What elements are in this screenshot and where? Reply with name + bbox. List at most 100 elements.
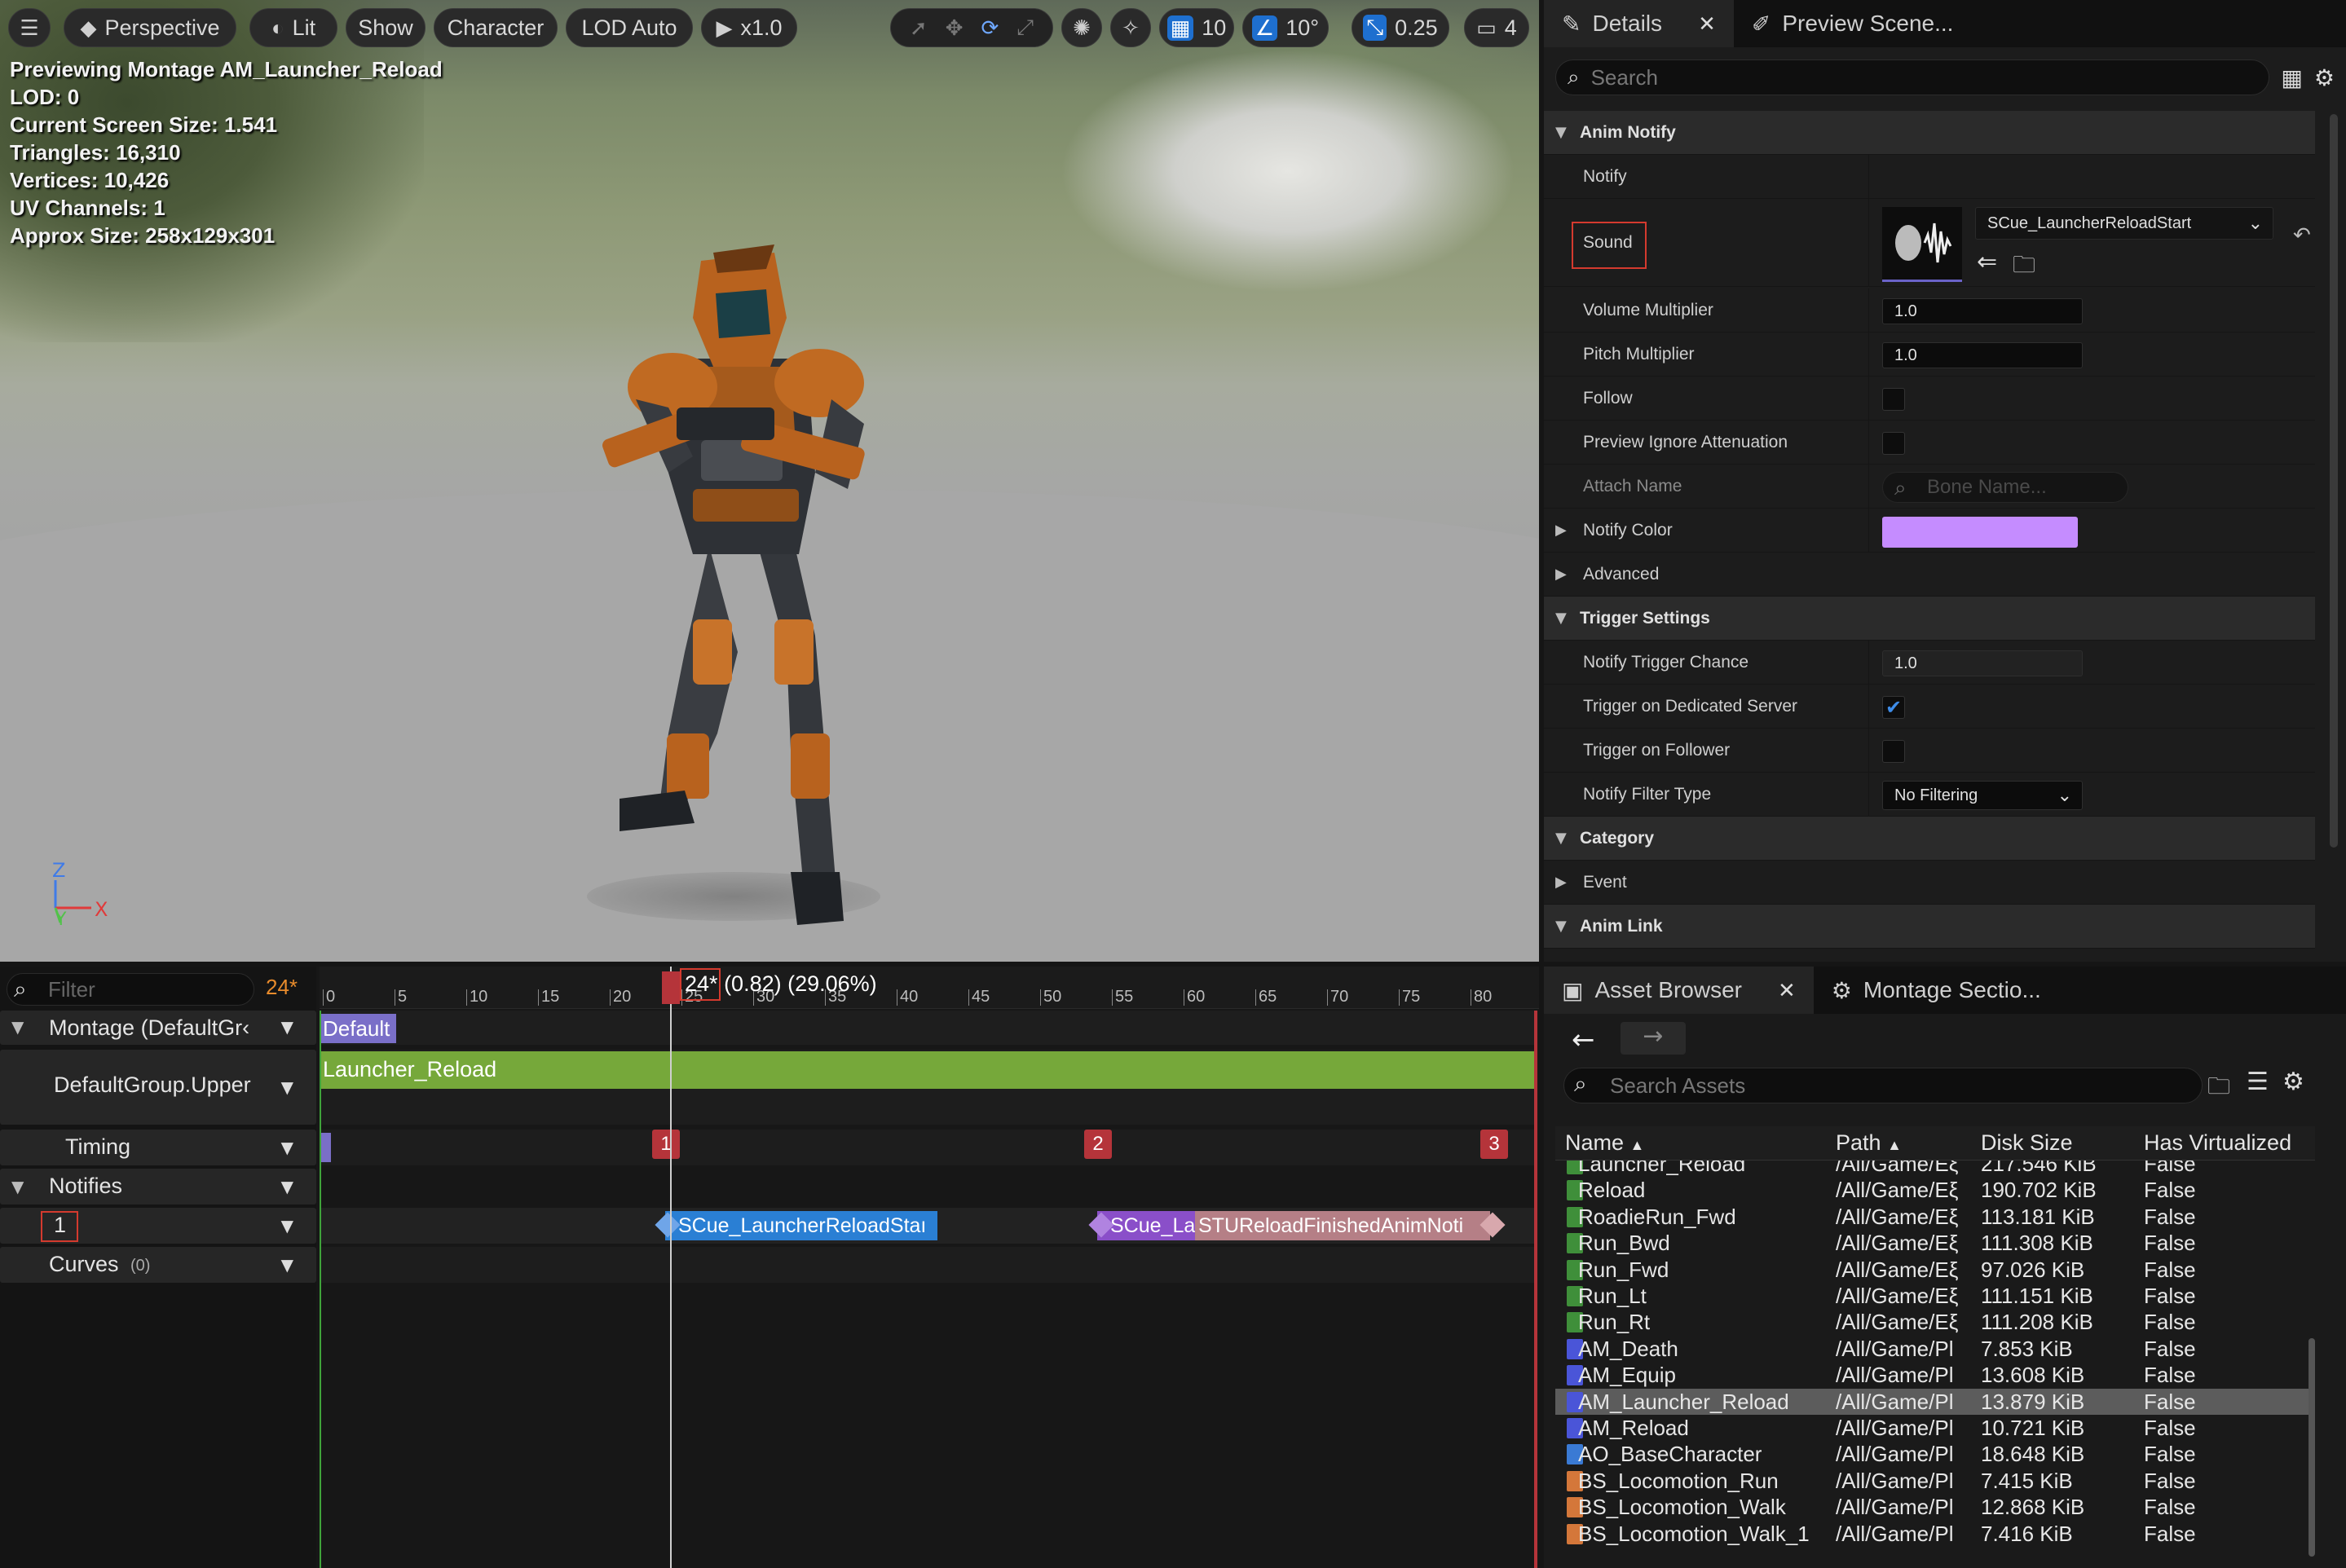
viewport-menu-button[interactable]: ☰ [8,8,51,47]
preview-ignore-checkbox[interactable] [1882,432,1905,455]
asset-row[interactable]: BS_Locomotion_Run/All/Game/Pl 7.415 KiB Fa… [1555,1468,2315,1494]
track-notifies[interactable]: ▼ Notifies ▼ [0,1169,316,1205]
pitch-multiplier-input[interactable]: 1.0 [1882,342,2083,368]
perspective-button[interactable]: ◆ Perspective [64,8,236,47]
use-selected-icon[interactable]: ⇐ [1977,248,1997,276]
table-view-icon[interactable]: ▦ [2281,64,2302,91]
chevron-down-icon[interactable]: ▼ [281,1255,293,1275]
column-name[interactable]: Name ▲ [1565,1130,1644,1156]
follow-checkbox[interactable] [1882,388,1905,411]
chevron-down-icon[interactable]: ▼ [281,1138,293,1157]
rotation-snap-button[interactable]: ∠ 10° [1242,8,1329,47]
filter-input[interactable]: ⌕ Filter [7,973,254,1006]
chevron-down-icon[interactable]: ▼ [281,1077,293,1097]
playhead-line[interactable] [670,967,672,1568]
back-arrow-icon[interactable]: ← [1572,1024,1595,1056]
volume-multiplier-input[interactable]: 1.0 [1882,298,2083,324]
prop-advanced[interactable]: ▶ Advanced [1544,553,2315,597]
asset-row[interactable]: Run_Bwd/All/Game/Eξ 111.308 KiB False [1555,1230,2315,1256]
asset-row[interactable]: Launcher_Reload/All/Game/Eξ 217.546 KiB Fa… [1555,1161,2315,1177]
close-icon[interactable]: ✕ [1778,978,1796,1003]
settings-icon[interactable]: ⚙ [2314,64,2335,91]
tab-montage-sections[interactable]: ⚙ Montage Sectio... [1814,967,2059,1014]
playback-speed-button[interactable]: ▶ x1.0 [701,8,797,47]
asset-row[interactable]: BS_Locomotion_Walk/All/Game/Pl 12.868 KiB… [1555,1494,2315,1520]
sound-thumbnail[interactable] [1882,207,1962,282]
character-button[interactable]: Character [434,8,558,47]
reset-to-default-icon[interactable]: ↶ [2293,223,2311,248]
section-default[interactable]: Default [320,1014,396,1043]
scale-icon[interactable]: ⤢ [1016,15,1034,41]
category-trigger-settings[interactable]: ▼ Trigger Settings [1544,597,2315,641]
tab-preview-scene[interactable]: ✐ Preview Scene... [1734,0,1972,47]
sound-asset-dropdown[interactable]: SCue_LauncherReloadStart ⌄ [1975,207,2273,240]
asset-row[interactable]: Run_Fwd/All/Game/Eξ 97.026 KiB False [1555,1257,2315,1283]
lod-button[interactable]: LOD Auto [566,8,693,47]
local-world-button[interactable]: ✺ [1061,8,1102,47]
tab-details[interactable]: ✎ Details ✕ [1544,0,1734,47]
track-timing[interactable]: Timing ▼ [0,1130,316,1165]
folder-icon[interactable]: 🗀 [2207,1069,2230,1108]
asset-scrollbar[interactable] [2309,1338,2315,1557]
timing-marker[interactable]: 1 [652,1130,680,1159]
notify-filter-dropdown[interactable]: No Filtering ⌄ [1882,781,2083,810]
notify-event-reload-finished[interactable]: STUReloadFinishedAnimNoti [1195,1211,1490,1240]
anim-segment-launcher-reload[interactable]: Launcher_Reload [320,1051,1537,1089]
asset-search-input[interactable]: ⌕ Search Assets [1563,1068,2203,1103]
track-montage[interactable]: ▼ Montage (DefaultGr‹ ▼ [0,1011,316,1045]
category-anim-link[interactable]: ▼ Anim Link [1544,905,2315,949]
category-anim-notify[interactable]: ▼ Anim Notify [1544,111,2315,155]
chevron-down-icon[interactable]: ▼ [281,1177,293,1196]
timeline-ruler[interactable]: 0 5 10 15 20 25 30 35 40 45 50 55 60 65 70 75 80 [320,967,1539,1009]
details-scrollbar[interactable] [2330,114,2338,848]
track-notify-1[interactable]: 1 ▼ [0,1208,316,1244]
tab-asset-browser[interactable]: ▣ Asset Browser ✕ [1544,967,1814,1014]
browse-asset-icon[interactable]: 🗀 [2013,248,2035,287]
rotate-icon[interactable]: ⟳ [981,15,999,41]
expand-icon[interactable]: ▶ [1555,509,1567,553]
surface-snap-button[interactable]: ✧ [1110,8,1151,47]
track-area[interactable]: Default Launcher_Reload [320,1011,1539,1568]
trigger-follower-checkbox[interactable] [1882,740,1905,763]
asset-row[interactable]: AO_BaseCharacter/All/Game/Pl 18.648 KiB Fa… [1555,1441,2315,1467]
character-mesh[interactable] [571,163,913,945]
track-curves[interactable]: Curves (0) ▼ [0,1247,316,1283]
prop-event[interactable]: ▶ Event [1544,861,2315,905]
scale-snap-button[interactable]: ⤡ 0.25 [1352,8,1449,47]
trigger-chance-slider[interactable]: 1.0 [1882,650,2083,676]
playhead-handle[interactable] [662,971,680,1004]
timing-marker[interactable]: 3 [1480,1130,1508,1159]
select-icon[interactable]: ➚ [910,15,928,41]
forward-arrow-icon[interactable]: → [1621,1022,1686,1055]
close-icon[interactable]: ✕ [1698,11,1716,37]
column-path[interactable]: Path ▲ [1836,1130,1902,1156]
filter-icon[interactable]: ☰ [2247,1068,2269,1096]
asset-row[interactable]: Run_Rt/All/Game/Eξ 111.208 KiB False [1555,1309,2315,1335]
asset-row[interactable]: AM_Launcher_Reload/All/Game/Pl 13.879 KiB… [1555,1388,2315,1415]
asset-row[interactable]: Reload/All/Game/Eξ 190.702 KiB False [1555,1177,2315,1203]
asset-row[interactable]: RoadieRun_Fwd/All/Game/Eξ 113.181 KiB Fals… [1555,1204,2315,1230]
track-slot[interactable]: DefaultGroup.Upper ▼ [0,1050,316,1125]
asset-row[interactable]: AM_Death/All/Game/Pl 7.853 KiB False [1555,1336,2315,1362]
trigger-dedicated-checkbox[interactable]: ✔ [1882,696,1905,719]
lit-button[interactable]: ◐ Lit [249,8,337,47]
viewport[interactable]: ☰ ◆ Perspective ◐ Lit Show Character LOD A… [0,0,1539,962]
column-has-virtualized[interactable]: Has Virtualized [2144,1130,2291,1156]
asset-row[interactable]: AM_Reload/All/Game/Pl 10.721 KiB False [1555,1415,2315,1441]
asset-row[interactable]: BS_Locomotion_Walk_1/All/Game/Pl 7.416 Ki… [1555,1521,2315,1547]
bone-name-input[interactable]: ⌕ Bone Name... [1882,472,2128,503]
category-category[interactable]: ▼ Category [1544,817,2315,861]
notify-event-launcher-reload-start[interactable]: SCue_LauncherReloadStaı [665,1211,937,1240]
show-button[interactable]: Show [346,8,426,47]
grid-snap-button[interactable]: ▦ 10 [1159,8,1234,47]
notify-color-swatch[interactable] [1882,517,2078,548]
details-search-input[interactable]: ⌕ Search [1555,59,2270,95]
translate-icon[interactable]: ✥ [946,15,964,41]
column-disk-size[interactable]: Disk Size [1981,1130,2073,1156]
asset-row[interactable]: Run_Lt/All/Game/Eξ 111.151 KiB False [1555,1283,2315,1309]
chevron-down-icon[interactable]: ▼ [281,1216,293,1235]
timing-marker[interactable]: 2 [1084,1130,1112,1159]
settings-icon[interactable]: ⚙ [2282,1068,2304,1096]
chevron-down-icon[interactable]: ▼ [281,1017,293,1037]
asset-row[interactable]: AM_Equip/All/Game/Pl 13.608 KiB False [1555,1362,2315,1388]
